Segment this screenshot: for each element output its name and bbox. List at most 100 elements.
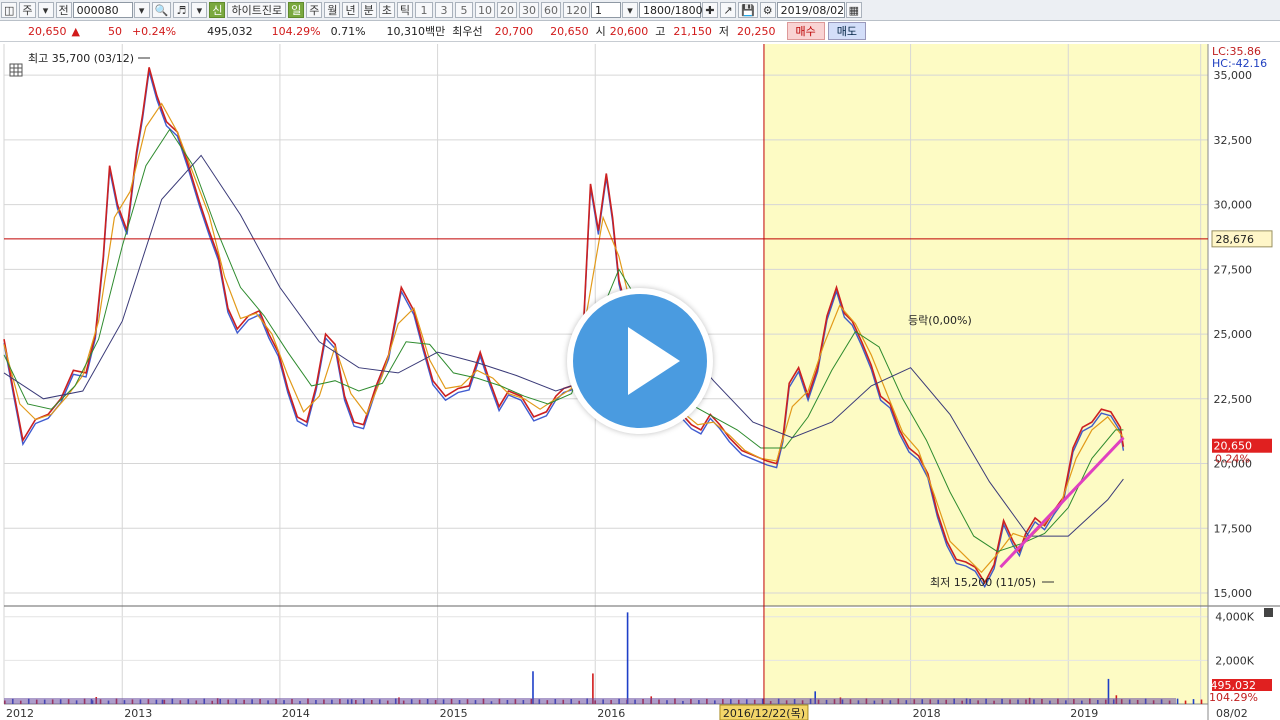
period-day[interactable]: 일	[288, 2, 305, 18]
play-icon	[628, 327, 680, 395]
range-value: 1800/1800	[642, 3, 703, 17]
stock-name-label: 하이트진로	[231, 4, 283, 17]
crosshair-icon[interactable]: ✚	[701, 2, 718, 18]
count-dropdown-icon[interactable]: ▾	[621, 2, 638, 18]
draw-line-icon[interactable]: ↗	[719, 2, 736, 18]
date-input[interactable]: 2019/08/02	[776, 2, 845, 18]
chart-menu-icon[interactable]	[9, 63, 23, 77]
quote-low-label: 저	[718, 25, 730, 38]
period-minute[interactable]: 분	[360, 2, 377, 18]
time-tick-label: 2014	[282, 707, 310, 720]
volume-tick-label: 2,000K	[1215, 654, 1254, 667]
type-select[interactable]: 전	[55, 2, 72, 18]
interval-10-label: 10	[477, 3, 492, 17]
quote-high: 21,150	[673, 24, 712, 38]
last-change-label: 0.24%	[1215, 453, 1250, 466]
low-label: 최저 15,200 (11/05)	[930, 576, 1036, 589]
quote-open-label: 시	[595, 25, 606, 38]
stock-name: 하이트진로	[227, 2, 287, 18]
volume-bar	[1200, 699, 1203, 704]
interval-20[interactable]: 20	[496, 2, 517, 18]
gear-icon[interactable]: ⚙	[759, 2, 776, 18]
interval-1[interactable]: 1	[414, 2, 433, 18]
calendar-icon[interactable]: ▦	[845, 2, 863, 18]
count-value: 1	[594, 3, 602, 17]
window-icon[interactable]: ◫	[1, 2, 18, 18]
period-tick-label: 틱	[399, 4, 410, 17]
toolbar: ◫ 주 ▾ 전 000080 ▾ 🔍 ♬ ▾ 신 하이트진로 일 주 월 년 분…	[0, 0, 1280, 21]
quote-amount: 10,310백만	[386, 25, 446, 38]
speaker-dropdown-icon[interactable]: ▾	[191, 2, 208, 18]
interval-10[interactable]: 10	[474, 2, 495, 18]
interval-5[interactable]: 5	[454, 2, 473, 18]
period-month-label: 월	[327, 4, 338, 17]
code-value: 000080	[76, 3, 119, 17]
volume-base-band	[4, 698, 1176, 704]
volume-ratio-label: 104.29%	[1209, 691, 1258, 704]
up-arrow-icon: ▲	[71, 24, 80, 38]
hline-badge-label: 28,676	[1216, 233, 1255, 246]
code-dropdown-icon[interactable]: ▾	[133, 2, 150, 18]
interval-3-label: 3	[440, 3, 448, 17]
quote-price: 20,650	[28, 24, 67, 38]
quote-low: 20,250	[737, 24, 776, 38]
time-tick-label: 2012	[6, 707, 34, 720]
interval-30-label: 30	[521, 3, 536, 17]
volume-bar	[1184, 700, 1187, 704]
interval-20-label: 20	[499, 3, 514, 17]
price-axis: 15,00017,50020,00022,50025,00027,50030,0…	[1214, 69, 1253, 600]
price-tick-label: 35,000	[1214, 69, 1253, 82]
time-tick-label: 2013	[124, 707, 152, 720]
save-icon[interactable]: 💾	[737, 2, 758, 18]
period-week[interactable]: 주	[306, 2, 323, 18]
search-icon[interactable]: 🔍	[151, 2, 172, 18]
market-label: 주	[22, 4, 33, 17]
volume-bar	[626, 612, 629, 704]
price-tick-label: 27,500	[1214, 263, 1253, 276]
quote-change: 50	[107, 24, 122, 38]
period-year[interactable]: 년	[342, 2, 359, 18]
volume-panel-toggle-icon[interactable]	[1264, 608, 1273, 617]
period-second[interactable]: 초	[378, 2, 395, 18]
market-select[interactable]: 주	[19, 2, 36, 18]
period-day-label: 일	[291, 4, 302, 17]
volume-axis: 4,000K 2,000K	[1215, 611, 1254, 668]
interval-30[interactable]: 30	[518, 2, 539, 18]
quote-bid: 20,650	[550, 24, 589, 38]
quote-volume: 495,032	[207, 24, 253, 38]
quote-vol-ratio: 104.29%	[271, 24, 321, 38]
buy-button[interactable]: 매수	[786, 22, 825, 40]
volume-bar	[1176, 698, 1179, 704]
period-tick[interactable]: 틱	[396, 2, 413, 18]
interval-60[interactable]: 60	[540, 2, 561, 18]
date-value: 2019/08/02	[780, 3, 845, 17]
interval-3[interactable]: 3	[434, 2, 453, 18]
period-month[interactable]: 월	[324, 2, 341, 18]
hc-label: HC:-42.16	[1212, 57, 1267, 70]
play-button[interactable]	[567, 288, 713, 434]
sell-button[interactable]: 매도	[827, 22, 867, 40]
chart-menu-icon-box	[9, 63, 23, 77]
price-tick-label: 15,000	[1214, 587, 1253, 600]
quote-bar: 20,650 ▲ 50 +0.24% 495,032 104.29% 0.71%…	[0, 21, 1280, 42]
quote-change-pct: +0.24%	[131, 24, 177, 38]
highlight-region-volume	[763, 608, 1208, 704]
interval-1-label: 1	[420, 3, 428, 17]
code-input[interactable]: 000080	[72, 2, 133, 18]
period-year-label: 년	[345, 4, 356, 17]
time-tick-label: 08/02	[1216, 707, 1248, 720]
price-tick-label: 32,500	[1214, 134, 1253, 147]
quote-turnover: 0.71%	[330, 24, 366, 38]
speaker-icon[interactable]: ♬	[173, 2, 190, 18]
range-input[interactable]: 1800/1800	[638, 2, 703, 18]
count-input[interactable]: 1	[590, 2, 621, 18]
dropdown-icon[interactable]: ▾	[37, 2, 54, 18]
quote-high-label: 고	[655, 25, 666, 38]
credit-badge: 신	[209, 2, 226, 18]
price-tick-label: 30,000	[1214, 199, 1253, 212]
period-minute-label: 분	[363, 4, 374, 17]
high-label: 최고 35,700 (03/12)	[28, 52, 134, 65]
price-tick-label: 22,500	[1214, 393, 1253, 406]
interval-120[interactable]: 120	[562, 2, 590, 18]
volume-bar	[1192, 699, 1195, 704]
